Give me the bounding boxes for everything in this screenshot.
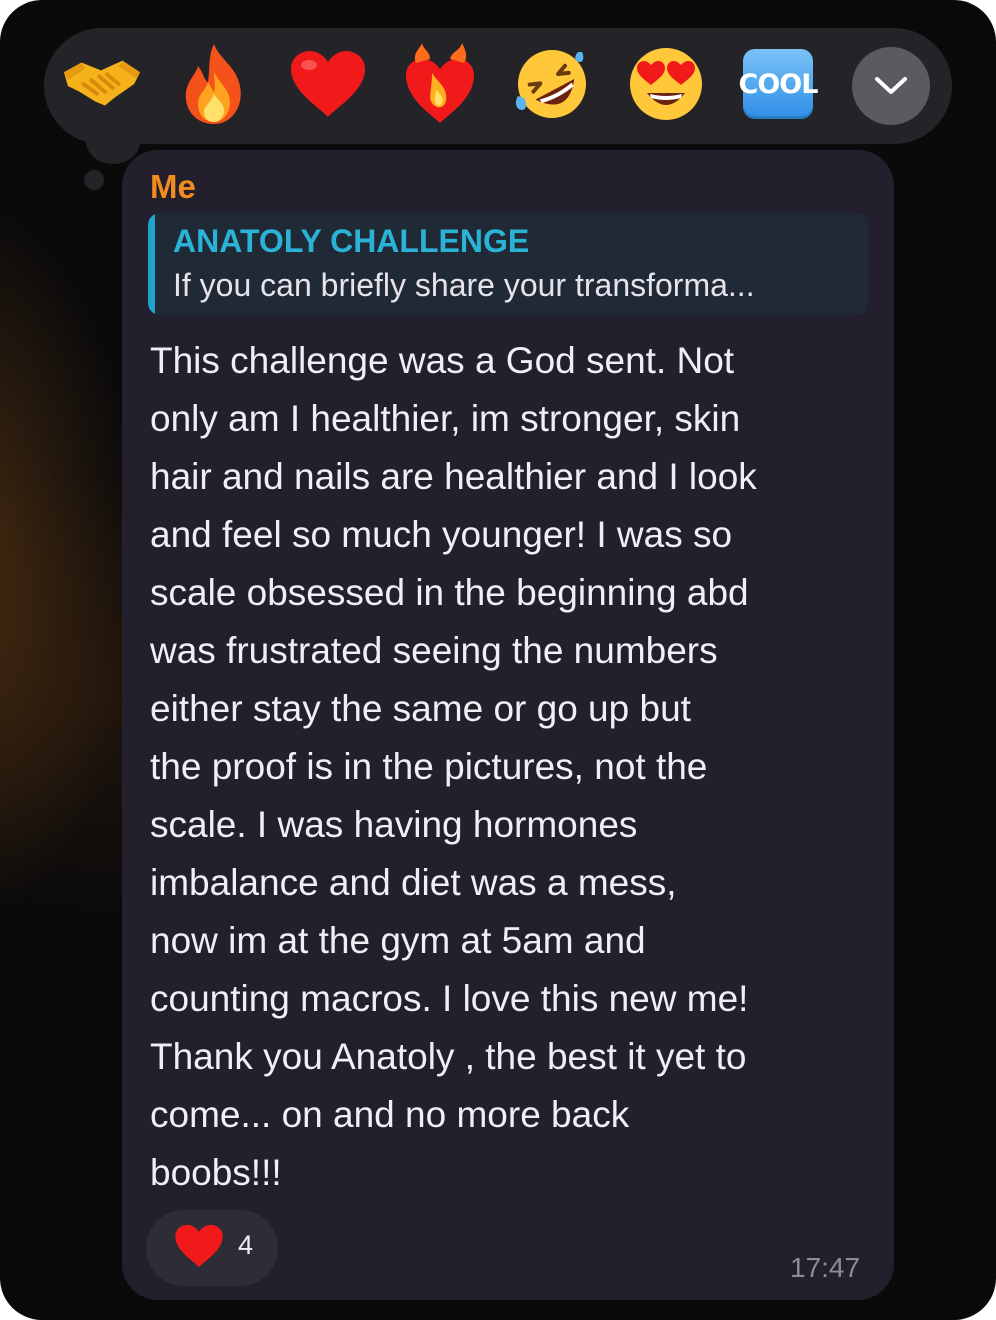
chat-screen: COOL Me ANATOLY CHALLENGE If you can bri…	[0, 0, 996, 1320]
reaction-handshake[interactable]	[62, 44, 142, 124]
picker-tail-dot	[84, 170, 104, 190]
rolling-laughing-icon	[515, 50, 586, 118]
message-line: either stay the same or go up but	[150, 688, 691, 729]
message-line: boobs!!!	[150, 1152, 282, 1193]
reaction-heart-eyes[interactable]	[626, 44, 706, 124]
reply-quote[interactable]: ANATOLY CHALLENGE If you can briefly sha…	[148, 213, 868, 315]
message-line: counting macros. I love this new me!	[150, 978, 749, 1019]
expand-reactions-button[interactable]	[852, 47, 930, 125]
red-heart-icon	[291, 51, 365, 117]
heart-on-fire-icon	[406, 43, 474, 123]
reaction-heart-on-fire[interactable]	[400, 43, 480, 124]
chevron-down-icon	[875, 77, 907, 94]
message-line: imbalance and diet was a mess,	[150, 862, 677, 903]
message-line: scale. I was having hormones	[150, 804, 638, 845]
message-line: now im at the gym at 5am and	[150, 920, 646, 961]
reaction-count: 4	[238, 1230, 254, 1260]
reply-preview: If you can briefly share your transforma…	[173, 267, 755, 303]
message-text: This challenge was a God sent. Not only …	[150, 332, 870, 1202]
message-line: the proof is in the pictures, not the	[150, 746, 708, 787]
reply-title: ANATOLY CHALLENGE	[173, 223, 530, 259]
reaction-fire[interactable]	[174, 44, 254, 124]
fire-icon	[185, 44, 241, 124]
message-line: This challenge was a God sent. Not	[150, 340, 735, 381]
message-line: only am I healthier, im stronger, skin	[150, 398, 741, 439]
heart-icon	[175, 1224, 223, 1268]
message-timestamp: 17:47	[790, 1252, 861, 1283]
cool-button-icon: COOL	[739, 49, 818, 119]
reply-accent-bar	[148, 213, 155, 315]
handshake-icon	[63, 60, 141, 106]
reaction-rofl[interactable]	[512, 44, 592, 124]
message-line: scale obsessed in the beginning abd	[150, 572, 749, 613]
message-line: hair and nails are healthier and I look	[150, 456, 757, 497]
sender-name: Me	[150, 168, 196, 205]
message-line: was frustrated seeing the numbers	[150, 630, 718, 671]
heart-reaction-chip[interactable]: 4	[146, 1210, 278, 1286]
message-line: come... on and no more back	[150, 1094, 630, 1135]
heart-eyes-icon	[630, 48, 702, 120]
message-line: Thank you Anatoly , the best it yet to	[150, 1036, 747, 1077]
message-line: and feel so much younger! I was so	[150, 514, 733, 555]
reaction-red-heart[interactable]	[288, 44, 368, 124]
reaction-cool[interactable]: COOL	[738, 44, 818, 124]
